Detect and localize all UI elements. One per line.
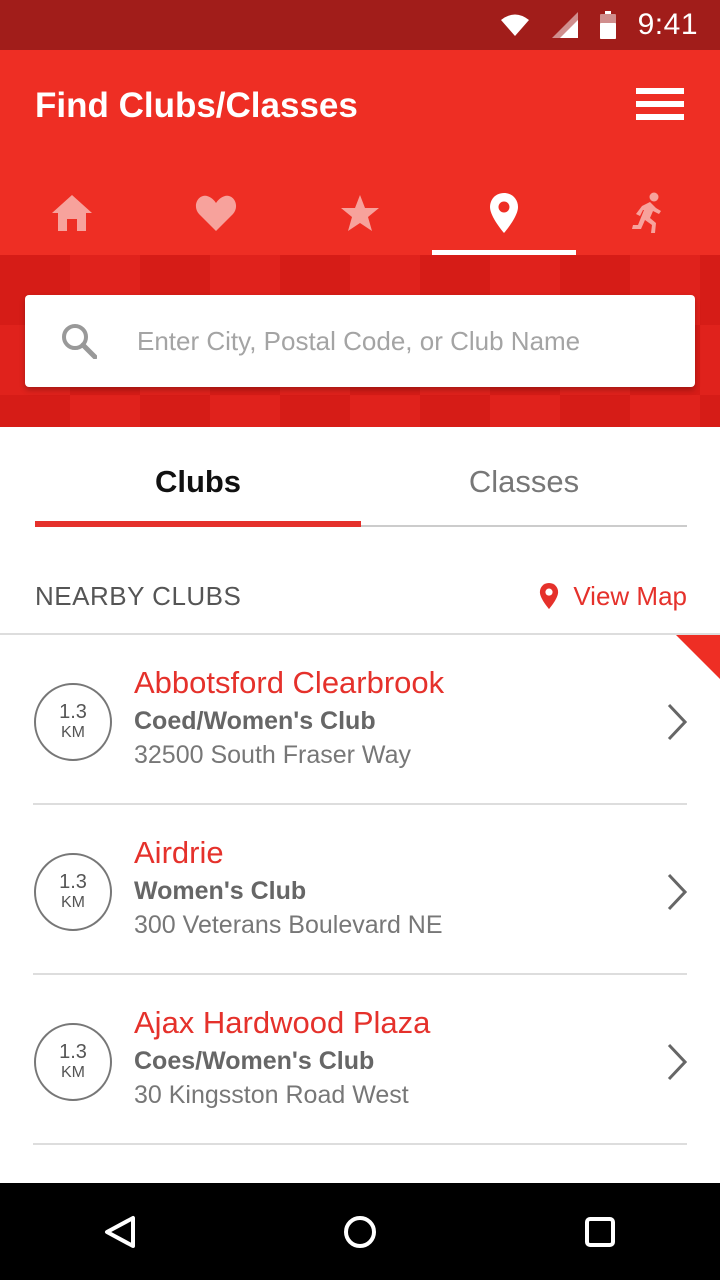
home-icon [52, 194, 92, 231]
home-button[interactable] [330, 1202, 390, 1262]
page-title: Find Clubs/Classes [35, 86, 358, 125]
menu-icon [636, 88, 684, 94]
segment-tabs: Clubs Classes [35, 427, 687, 527]
search-input[interactable] [137, 313, 677, 369]
tab-starred[interactable] [288, 170, 432, 255]
wifi-icon [500, 14, 529, 36]
club-type: Coed/Women's Club [134, 707, 376, 735]
nav-tabs [0, 170, 720, 255]
distance-badge: 1.3 KM [34, 683, 112, 761]
club-type: Women's Club [134, 877, 307, 905]
distance-unit: KM [61, 724, 85, 741]
distance-value: 1.3 [59, 871, 87, 893]
club-address: 30 Kingsston Road West [134, 1081, 409, 1109]
star-icon [341, 194, 379, 231]
search-icon [62, 324, 97, 359]
tab-classes[interactable] [576, 170, 720, 255]
tab-home[interactable] [0, 170, 144, 255]
tab-clubs[interactable]: Clubs [35, 427, 361, 527]
back-icon [105, 1215, 135, 1248]
location-pin-icon [490, 192, 518, 233]
distance-unit: KM [61, 1064, 85, 1081]
list-item[interactable]: 1.3 KM Abbotsford Clearbrook Coed/Women'… [33, 635, 687, 805]
tab-classes-list[interactable]: Classes [361, 427, 687, 525]
view-map-label: View Map [573, 580, 687, 611]
section-title: NEARBY CLUBS [35, 580, 242, 611]
club-list: 1.3 KM Abbotsford Clearbrook Coed/Women'… [0, 633, 720, 1145]
list-item[interactable]: 1.3 KM Airdrie Women's Club 300 Veterans… [33, 805, 687, 975]
signal-icon [551, 12, 578, 38]
club-name: Airdrie [134, 835, 224, 870]
chevron-right-icon [667, 1043, 687, 1081]
club-name: Ajax Hardwood Plaza [134, 1005, 431, 1040]
battery-icon [599, 11, 616, 39]
club-address: 32500 South Fraser Way [134, 741, 411, 769]
club-type: Coes/Women's Club [134, 1047, 375, 1075]
distance-unit: KM [61, 894, 85, 911]
app-bar: Find Clubs/Classes [0, 50, 720, 255]
club-address: 300 Veterans Boulevard NE [134, 911, 443, 939]
recents-button[interactable] [570, 1202, 630, 1262]
search-banner [0, 255, 720, 427]
home-circle-icon [344, 1215, 376, 1248]
search-box[interactable] [25, 295, 695, 387]
location-pin-icon [540, 583, 559, 609]
menu-button[interactable] [636, 88, 684, 122]
status-bar: 9:41 [0, 0, 720, 50]
list-item[interactable]: 1.3 KM Ajax Hardwood Plaza Coes/Women's … [33, 975, 687, 1145]
section-header: NEARBY CLUBS View Map [35, 570, 687, 622]
distance-value: 1.3 [59, 1041, 87, 1063]
tab-locations[interactable] [432, 170, 576, 255]
status-icons: 9:41 [500, 0, 698, 50]
recents-icon [585, 1216, 615, 1247]
club-name: Abbotsford Clearbrook [134, 665, 445, 700]
heart-icon [195, 195, 237, 231]
distance-value: 1.3 [59, 701, 87, 723]
tab-favorites[interactable] [144, 170, 288, 255]
distance-badge: 1.3 KM [34, 853, 112, 931]
runner-icon [632, 192, 661, 233]
view-map-link[interactable]: View Map [539, 581, 687, 612]
back-button[interactable] [90, 1202, 150, 1262]
status-time: 9:41 [637, 8, 698, 41]
chevron-right-icon [667, 873, 687, 911]
system-nav-bar [0, 1183, 720, 1280]
chevron-right-icon [667, 703, 687, 741]
distance-badge: 1.3 KM [34, 1023, 112, 1101]
